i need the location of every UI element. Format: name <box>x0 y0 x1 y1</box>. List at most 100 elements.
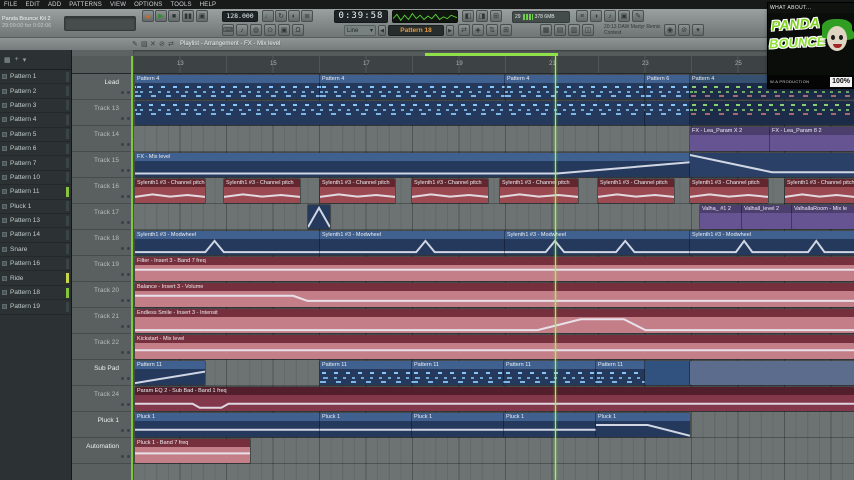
playlist-clip[interactable]: Pattern 11 <box>504 361 596 385</box>
time-display[interactable]: 0:39:58 <box>334 10 388 23</box>
track-header[interactable]: Track 24 <box>72 386 133 412</box>
playlist-clip[interactable]: Pattern 4 <box>135 75 320 99</box>
menu-item-tools[interactable]: TOOLS <box>171 2 192 8</box>
playlist-clip[interactable]: Pluck 1 <box>320 413 412 437</box>
playlist-clip[interactable]: Pattern 11 <box>596 361 645 385</box>
playlist-clip[interactable]: Pattern 11 <box>412 361 504 385</box>
blend-notes-icon[interactable]: ≣ <box>301 10 313 22</box>
countdown-icon[interactable]: ◐ <box>288 10 300 22</box>
pattern-list-item[interactable]: Pattern 13 <box>0 214 71 229</box>
bpm-display[interactable]: 128.000 <box>222 11 258 22</box>
playlist-clip[interactable] <box>135 101 645 125</box>
playlist-clip[interactable]: Sylenth1 #3 - Channel pitch <box>412 179 488 203</box>
mute-icon[interactable]: ⊘ <box>678 24 690 36</box>
swing-icon[interactable]: ◨ <box>476 10 488 22</box>
edit-icon[interactable]: ✎ <box>632 10 644 22</box>
pattern-list-item[interactable]: Pattern 18 <box>0 286 71 301</box>
playlist-clip[interactable] <box>645 101 690 125</box>
slip-tool-icon[interactable]: ⇄ <box>168 40 174 48</box>
track-lane[interactable]: Param EQ 2 - Sub Bad - Band 1 freq <box>133 386 854 412</box>
slide-icon[interactable]: ⇄ <box>458 24 470 36</box>
pattern-filter-icon[interactable]: ▾ <box>23 56 27 64</box>
playlist-clip[interactable]: Valha_ #1 2 <box>700 205 742 229</box>
playlist-clip[interactable]: Pluck 1 <box>596 413 690 437</box>
playlist-clip[interactable]: ValhallaRoom - Mix le <box>792 205 854 229</box>
pattern-list-item[interactable]: Pattern 4 <box>0 113 71 128</box>
paint-tool-icon[interactable]: ▨ <box>141 40 148 48</box>
song-mode-switch[interactable]: ▮▮ <box>182 10 194 22</box>
menu-item-help[interactable]: HELP <box>200 2 216 8</box>
playlist-clip[interactable]: Sylenth1 #3 - Modwheel <box>690 231 854 255</box>
pattern-list-item[interactable]: Pattern 10 <box>0 171 71 186</box>
playlist-clip[interactable]: Pattern 4 <box>505 75 645 99</box>
pattern-list-item[interactable]: Pattern 7 <box>0 156 71 171</box>
menu-item-patterns[interactable]: PATTERNS <box>69 2 102 8</box>
dropdown-icon[interactable]: ▾ <box>692 24 704 36</box>
pattern-list-item[interactable]: Pattern 5 <box>0 128 71 142</box>
track-lane[interactable]: Pattern 11 Pattern 11 Pattern 11 Pattern 11… <box>133 360 854 386</box>
track-header[interactable]: Track 21 <box>72 308 133 334</box>
track-lane[interactable]: Sylenth1 #3 - Modwheel Sylenth1 #3 - Modw… <box>133 230 854 256</box>
playlist-clip[interactable]: Pluck 1 <box>412 413 504 437</box>
track-lane[interactable]: Pluck 1 - Band 7 freq <box>133 438 854 464</box>
track-lane[interactable]: Endless Smile - Insert 3 - Intensit <box>133 308 854 334</box>
timeline-ruler[interactable]: 1315171921232527 <box>133 56 854 74</box>
pattern-prev-button[interactable]: ◀ <box>378 25 386 36</box>
playlist-clip[interactable] <box>690 361 854 385</box>
track-lane[interactable]: FX - Lea_Param X 2 FX - Lea_Param 8 2 <box>133 126 854 152</box>
snap-magnet-icon[interactable]: Ω <box>292 24 304 36</box>
midi-note-icon[interactable]: ♪ <box>236 24 248 36</box>
plugin-icon[interactable]: ▣ <box>618 10 630 22</box>
track-header[interactable]: Sub Pad <box>72 360 133 386</box>
playlist-clip[interactable]: Kickstart - Mix level <box>135 335 854 359</box>
step-edit-icon[interactable]: ▣ <box>278 24 290 36</box>
track-lane[interactable]: FX - Mix level <box>133 152 854 178</box>
playlist-clip[interactable]: Filter - Insert 3 - Band 7 freq <box>135 257 854 281</box>
track-lane[interactable]: Balance - Insert 3 - Volume <box>133 282 854 308</box>
stop-button[interactable]: ■ <box>168 10 180 22</box>
playlist-clip[interactable] <box>645 361 690 385</box>
playlist-clip[interactable]: Balance - Insert 3 - Volume <box>135 283 854 307</box>
touch-icon[interactable]: ⊙ <box>264 24 276 36</box>
pattern-next-button[interactable]: ▶ <box>446 25 454 36</box>
shuffle-icon[interactable]: ◧ <box>462 10 474 22</box>
multilink-icon[interactable]: ◍ <box>250 24 262 36</box>
mute-tool-icon[interactable]: ⊘ <box>159 40 165 48</box>
half-circle-icon[interactable]: ◑ <box>590 10 602 22</box>
menu-list-icon[interactable]: ≡ <box>576 10 588 22</box>
record-button[interactable]: ● <box>142 10 154 22</box>
playlist-clip[interactable]: FX - Lea_Param X 2 <box>690 127 770 151</box>
track-header[interactable]: Track 18 <box>72 230 133 256</box>
track-header[interactable]: Track 22 <box>72 334 133 360</box>
pattern-list-item[interactable]: Pattern 11 <box>0 185 71 200</box>
playlist-clip[interactable]: Sylenth1 #3 - Channel pitch <box>598 179 674 203</box>
add-icon[interactable]: ⊞ <box>500 24 512 36</box>
pattern-list-item[interactable]: Pattern 6 <box>0 142 71 157</box>
menu-item-edit[interactable]: EDIT <box>25 2 39 8</box>
target-icon[interactable]: ◉ <box>664 24 676 36</box>
playlist-clip[interactable]: Pluck 1 <box>135 413 320 437</box>
track-header[interactable]: Track 14 <box>72 126 133 152</box>
pattern-list-item[interactable]: Pluck 1 <box>0 200 71 214</box>
pattern-list-item[interactable]: Snare <box>0 243 71 258</box>
menu-item-options[interactable]: OPTIONS <box>134 2 162 8</box>
pattern-list-item[interactable]: Pattern 3 <box>0 99 71 114</box>
pattern-list-item[interactable]: Pattern 2 <box>0 84 71 99</box>
playlist-grid[interactable]: Pattern 4 Pattern 4 Pattern 4 Pattern 6 Patt… <box>133 74 854 480</box>
playlist-clip[interactable]: Pluck 1 <box>504 413 596 437</box>
track-header[interactable]: Track 16 <box>72 178 133 204</box>
pattern-add-icon[interactable]: + <box>15 56 19 63</box>
playlist-clip[interactable]: Pattern 11 <box>135 361 205 385</box>
pattern-list-icon[interactable]: ▦ <box>4 56 11 64</box>
grid-icon[interactable]: ⊞ <box>490 10 502 22</box>
track-header[interactable]: Lead <box>72 74 133 100</box>
line-tool-selector[interactable]: Line ▾ <box>344 25 376 36</box>
playlist-clip[interactable]: Endless Smile - Insert 3 - Intensit <box>135 309 854 333</box>
pattern-mode-icon[interactable]: ▣ <box>196 10 208 22</box>
track-header[interactable]: Automation <box>72 438 133 464</box>
delete-tool-icon[interactable]: ✕ <box>150 40 156 48</box>
playlist-clip[interactable]: Sylenth1 #3 - Channel pitch <box>135 179 205 203</box>
track-lane[interactable]: Valha_ #1 2 Valhall_level 2 ValhallaRoom -… <box>133 204 854 230</box>
track-header[interactable]: Pluck 1 <box>72 412 133 438</box>
piano-roll-window-icon[interactable]: ▤ <box>554 24 566 36</box>
